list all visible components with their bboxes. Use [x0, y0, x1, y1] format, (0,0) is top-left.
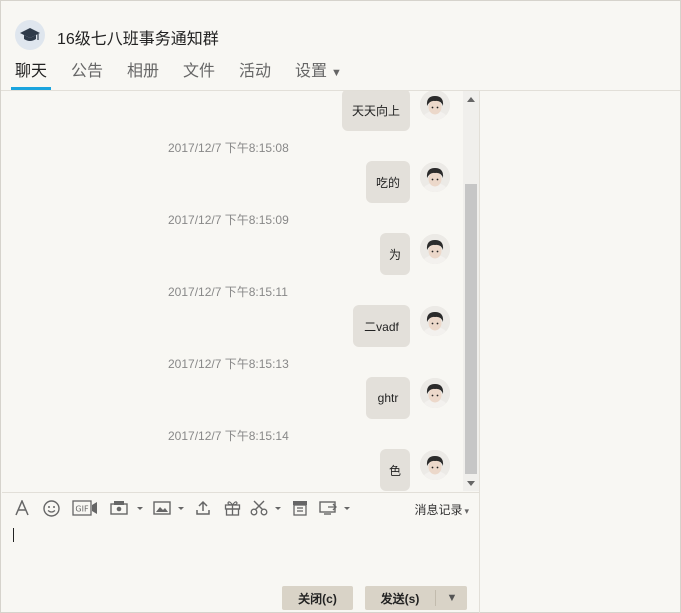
message-bubble[interactable]: 天天向上	[342, 91, 410, 131]
message-bubble[interactable]: ghtr	[366, 377, 410, 419]
send-options-dropdown-icon[interactable]: ▼	[437, 592, 467, 604]
chevron-down-icon: ▾	[464, 506, 469, 516]
image-send-icon[interactable]	[108, 498, 144, 518]
tab-chat[interactable]: 聊天	[10, 57, 52, 90]
chevron-down-icon: ▼	[331, 67, 342, 79]
avatar-portrait-icon	[420, 450, 450, 480]
tab-activity-label: 活动	[239, 63, 272, 80]
tab-settings[interactable]: 设置 ▼	[295, 57, 342, 90]
close-button-label: 关闭(c)	[298, 591, 337, 606]
message-text: 色	[388, 463, 401, 478]
font-icon[interactable]	[12, 498, 32, 518]
send-button[interactable]: 发送(s) ▼	[365, 586, 467, 610]
avatar[interactable]	[420, 162, 450, 192]
archive-icon[interactable]	[290, 498, 310, 518]
input-toolbar: GIF 消息记录 ▾	[2, 492, 479, 522]
picture-icon[interactable]	[152, 498, 186, 518]
tab-album[interactable]: 相册	[127, 57, 159, 90]
message-bubble[interactable]: 色	[380, 449, 410, 491]
message-bubble[interactable]: 为	[380, 233, 410, 275]
avatar[interactable]	[420, 234, 450, 264]
gift-icon[interactable]	[222, 498, 242, 518]
text-cursor	[13, 528, 14, 542]
avatar[interactable]	[420, 378, 450, 408]
tab-files-label: 文件	[183, 63, 216, 80]
tab-announcement[interactable]: 公告	[71, 57, 103, 90]
avatar-portrait-icon	[420, 306, 450, 336]
message-text: ghtr	[377, 391, 399, 405]
group-avatar[interactable]	[15, 20, 45, 50]
tab-settings-label: 设置	[295, 63, 328, 80]
message-history-label: 消息记录	[414, 503, 463, 517]
avatar-portrait-icon	[420, 378, 450, 408]
avatar[interactable]	[420, 306, 450, 336]
scroll-down-arrow-icon[interactable]	[463, 477, 479, 489]
avatar-portrait-icon	[420, 91, 450, 120]
svg-text:GIF: GIF	[75, 505, 89, 514]
scroll-up-arrow-icon[interactable]	[463, 93, 479, 105]
scroll-thumb[interactable]	[465, 184, 477, 474]
header: 16级七八班事务通知群 聊天 公告 相册 文件 活动 设置 ▼	[1, 1, 680, 91]
avatar-portrait-icon	[420, 162, 450, 192]
graduation-cap-icon	[20, 28, 40, 41]
send-button-separator	[435, 590, 436, 606]
message-input[interactable]	[2, 522, 479, 582]
tab-announcement-label: 公告	[71, 63, 104, 80]
group-title: 16级七八班事务通知群	[57, 31, 219, 48]
tab-activity[interactable]: 活动	[239, 57, 271, 90]
chat-window: 16级七八班事务通知群 聊天 公告 相册 文件 活动 设置 ▼ 天天向上 2017…	[0, 0, 681, 613]
gif-icon[interactable]: GIF	[72, 498, 98, 518]
tab-files[interactable]: 文件	[183, 57, 215, 90]
message-list[interactable]: 天天向上 2017/12/7 下午8:15:08 吃的 2017/12/7 下午…	[2, 91, 463, 491]
upload-icon[interactable]	[193, 498, 213, 518]
screen-share-icon[interactable]	[318, 498, 354, 518]
chat-scrollbar[interactable]	[463, 91, 479, 491]
message-history-button[interactable]: 消息记录 ▾	[414, 501, 469, 518]
scissors-icon[interactable]	[250, 498, 284, 518]
tab-album-label: 相册	[127, 63, 160, 80]
close-button[interactable]: 关闭(c)	[282, 586, 353, 610]
message-bubble[interactable]: 二vadf	[353, 305, 410, 347]
message-bubble[interactable]: 吃的	[366, 161, 410, 203]
side-divider	[479, 91, 480, 613]
message-text: 为	[388, 247, 401, 262]
message-text: 二vadf	[364, 319, 399, 334]
avatar-portrait-icon	[420, 234, 450, 264]
send-button-label: 发送(s)	[380, 591, 420, 606]
message-text: 天天向上	[351, 103, 400, 118]
avatar[interactable]	[420, 91, 450, 120]
message-text: 吃的	[375, 175, 400, 190]
emoji-icon[interactable]	[41, 498, 61, 518]
avatar[interactable]	[420, 450, 450, 480]
tab-chat-label: 聊天	[15, 63, 48, 80]
